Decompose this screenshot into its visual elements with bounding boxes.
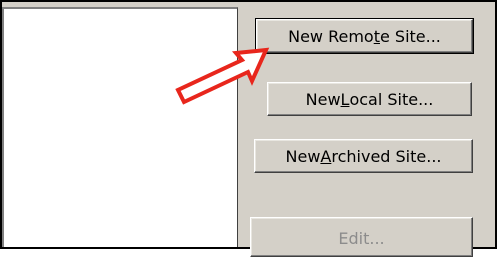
new-remote-site-label-pre: New Remo [288,26,374,46]
arrow-pointer-icon [175,47,270,105]
new-local-site-label-post: ocal Site... [349,89,434,109]
edit-button: Edit... [250,217,473,257]
new-local-site-button[interactable]: New Local Site... [267,82,472,116]
new-archived-site-label-post: rchived Site... [331,146,442,166]
new-local-site-label-pre: New [305,89,341,109]
new-remote-site-button[interactable]: New Remo t e Site... [255,18,474,54]
new-remote-site-label-post: e Site... [379,26,441,46]
site-manager-panel: New Remo t e Site... New Local Site... New… [0,0,497,257]
new-archived-site-mnemonic: A [320,146,332,166]
new-local-site-mnemonic: L [340,89,350,109]
new-archived-site-button[interactable]: New Archived Site... [254,139,473,173]
edit-button-label: Edit... [338,229,385,248]
site-list[interactable] [2,7,238,247]
new-archived-site-label-pre: New [285,146,321,166]
